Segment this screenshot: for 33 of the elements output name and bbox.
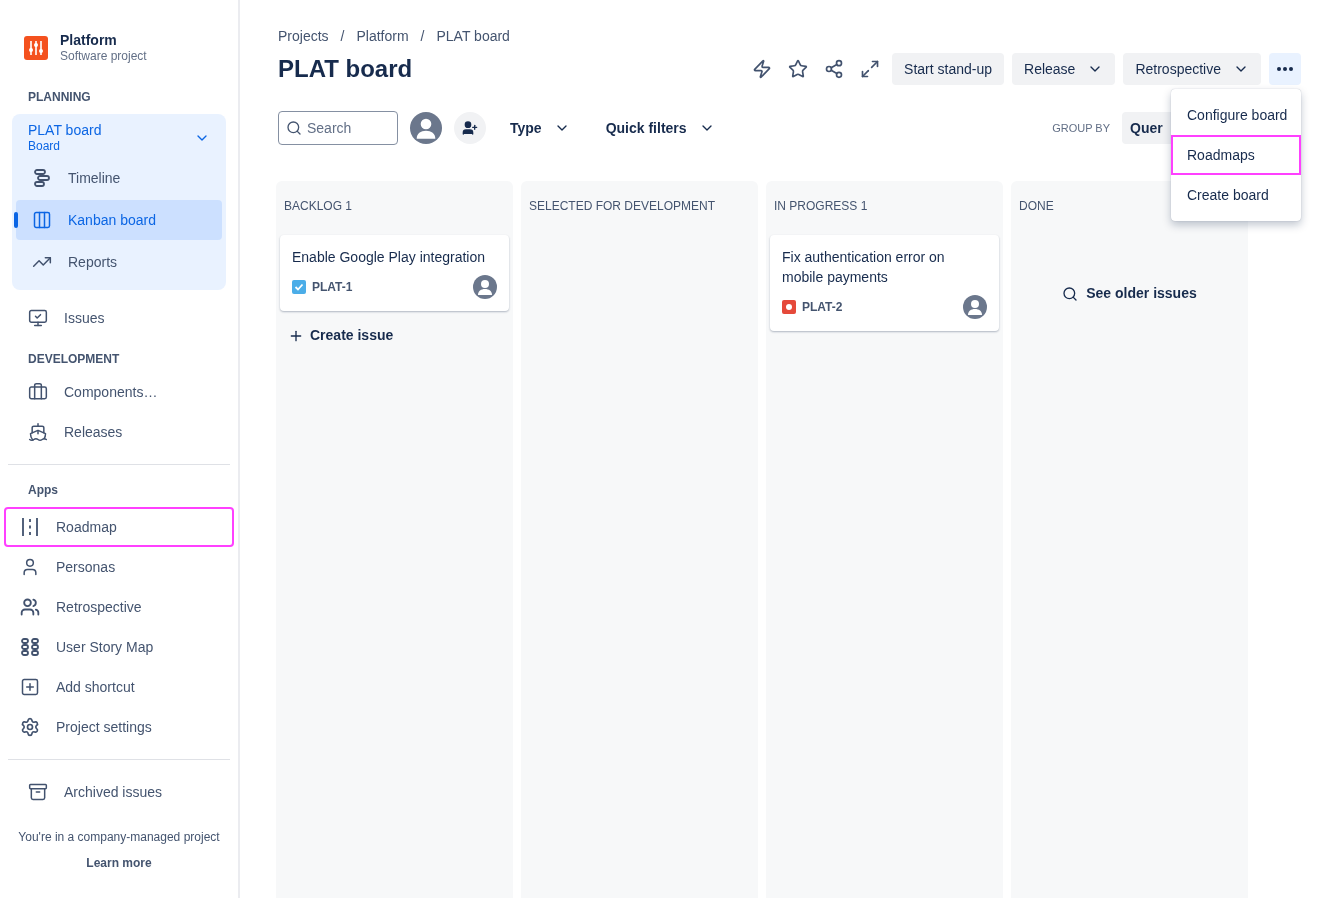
sidebar-item-label: Timeline <box>68 168 121 188</box>
project-type: Software project <box>60 48 147 64</box>
breadcrumb-separator: / <box>420 27 425 46</box>
sidebar-item-label: Kanban board <box>68 210 156 230</box>
sidebar-item-label: Components… <box>64 382 158 402</box>
issue-summary: Fix authentication error on mobile payments <box>782 248 946 287</box>
board-subtitle: Board <box>28 138 62 154</box>
sidebar-item-label: Add shortcut <box>56 677 135 697</box>
section-heading: Apps <box>27 482 59 499</box>
sidebar-item-label: Releases <box>64 422 123 442</box>
section-heading: DEVELOPMENT <box>27 351 121 368</box>
column-title: DONE <box>1018 198 1055 215</box>
column-title: IN PROGRESS 1 <box>773 198 869 215</box>
group-by-label: GROUP BY <box>1052 120 1110 136</box>
sidebar-item-label: Retrospective <box>56 597 142 617</box>
sidebar-item-label: Issues <box>64 308 105 328</box>
footer-text: You're in a company-managed project <box>17 829 221 846</box>
column-title: BACKLOG 1 <box>283 198 354 215</box>
breadcrumb-separator: / <box>340 27 345 46</box>
section-heading: PLANNING <box>27 89 92 106</box>
sidebar-item-label: Archived issues <box>64 782 163 802</box>
issue-summary: Enable Google Play integration <box>292 248 487 267</box>
sidebar-item-label: User Story Map <box>56 637 154 657</box>
column-title: SELECTED FOR DEVELOPMENT <box>528 198 717 215</box>
issue-key: PLAT-2 <box>802 298 843 316</box>
sidebar-item-label: Reports <box>68 252 118 272</box>
sidebar-item-label: Project settings <box>56 717 152 737</box>
sidebar-item-label: Roadmap <box>56 517 117 537</box>
issue-key: PLAT-1 <box>312 278 353 296</box>
page-title: PLAT board <box>278 54 413 84</box>
project-name: Platform <box>60 32 118 48</box>
sidebar-item-label: Personas <box>56 557 116 577</box>
board-name: PLAT board <box>28 122 102 138</box>
